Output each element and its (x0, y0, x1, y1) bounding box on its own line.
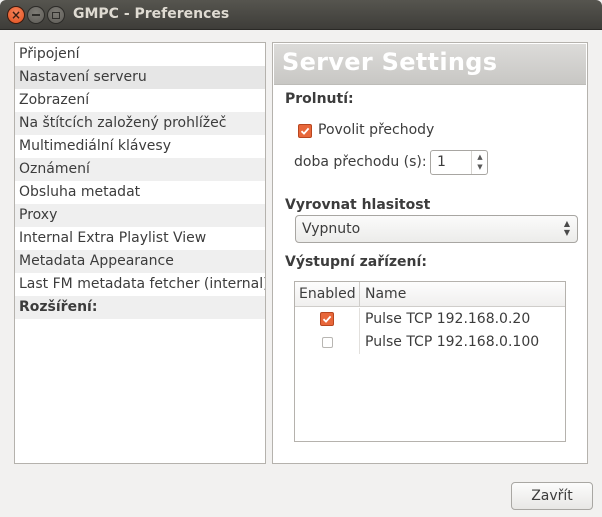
crossfade-duration-label: doba přechodu (s): (294, 154, 427, 170)
replaygain-section-title: Vyrovnat hlasitost (285, 197, 431, 213)
category-item[interactable]: Na štítcích založený prohlížeč (15, 112, 265, 135)
spin-up-icon[interactable]: ▲ (475, 152, 485, 162)
close-button[interactable]: Zavřít (511, 482, 593, 510)
category-item[interactable]: Last FM metadata fetcher (internal) (15, 273, 265, 296)
category-item[interactable]: Rozšíření: (15, 296, 265, 319)
minimize-icon (32, 14, 40, 16)
category-item[interactable]: Zobrazení (15, 89, 265, 112)
output-row[interactable]: Pulse TCP 192.168.0.20 (295, 308, 565, 331)
category-item[interactable]: Metadata Appearance (15, 250, 265, 273)
category-item[interactable]: Oznámení (15, 158, 265, 181)
crossfade-duration-value[interactable]: 1 (437, 154, 446, 170)
outputs-table: Enabled Name Pulse TCP 192.168.0.20 Pulse… (294, 281, 566, 442)
crossfade-enable-label[interactable]: Povolit přechody (318, 122, 434, 138)
column-divider (359, 331, 360, 354)
window-minimize-button[interactable] (27, 6, 45, 24)
category-item[interactable]: Internal Extra Playlist View (15, 227, 265, 250)
crossfade-enable-checkbox[interactable] (298, 124, 312, 138)
checkmark-icon (322, 315, 332, 323)
category-item[interactable]: Obsluha metadat (15, 181, 265, 204)
window-maximize-button[interactable] (47, 6, 65, 24)
title-bar: × GMPC - Preferences (0, 0, 602, 30)
updown-arrow-icon: ▲ ▼ (563, 219, 570, 237)
column-header-enabled[interactable]: Enabled (299, 286, 356, 302)
category-item[interactable]: Připojení (15, 43, 265, 66)
output-name: Pulse TCP 192.168.0.20 (365, 311, 531, 327)
output-name: Pulse TCP 192.168.0.100 (365, 334, 540, 350)
window-close-button[interactable]: × (7, 6, 25, 24)
category-item[interactable]: Multimediální klávesy (15, 135, 265, 158)
column-divider (359, 282, 360, 307)
replaygain-combo[interactable]: Vypnuto ▲ ▼ (295, 215, 578, 243)
server-settings-panel: Server Settings Prolnutí: Povolit přecho… (272, 42, 588, 464)
replaygain-selected-value: Vypnuto (302, 221, 361, 237)
output-enabled-checkbox[interactable] (322, 337, 333, 348)
outputs-section-title: Výstupní zařízení: (285, 254, 427, 270)
spinner-divider (471, 151, 472, 174)
category-list[interactable]: Připojení Nastavení serveru Zobrazení Na št… (14, 42, 266, 464)
crossfade-section-title: Prolnutí: (285, 91, 354, 107)
close-icon: × (10, 8, 22, 22)
column-header-name[interactable]: Name (365, 286, 406, 302)
window-title: GMPC - Preferences (73, 6, 230, 22)
crossfade-duration-spinner[interactable]: 1 ▲ ▼ (430, 150, 488, 175)
checkmark-icon (300, 127, 310, 135)
outputs-table-header: Enabled Name (295, 282, 565, 307)
category-item[interactable]: Nastavení serveru (15, 66, 265, 89)
panel-title: Server Settings (282, 48, 498, 76)
column-divider (359, 308, 360, 331)
output-enabled-checkbox[interactable] (320, 312, 334, 326)
maximize-icon (52, 11, 60, 19)
output-row[interactable]: Pulse TCP 192.168.0.100 (295, 331, 565, 354)
category-item[interactable]: Proxy (15, 204, 265, 227)
panel-banner: Server Settings (274, 44, 586, 85)
spin-down-icon[interactable]: ▼ (475, 162, 485, 172)
